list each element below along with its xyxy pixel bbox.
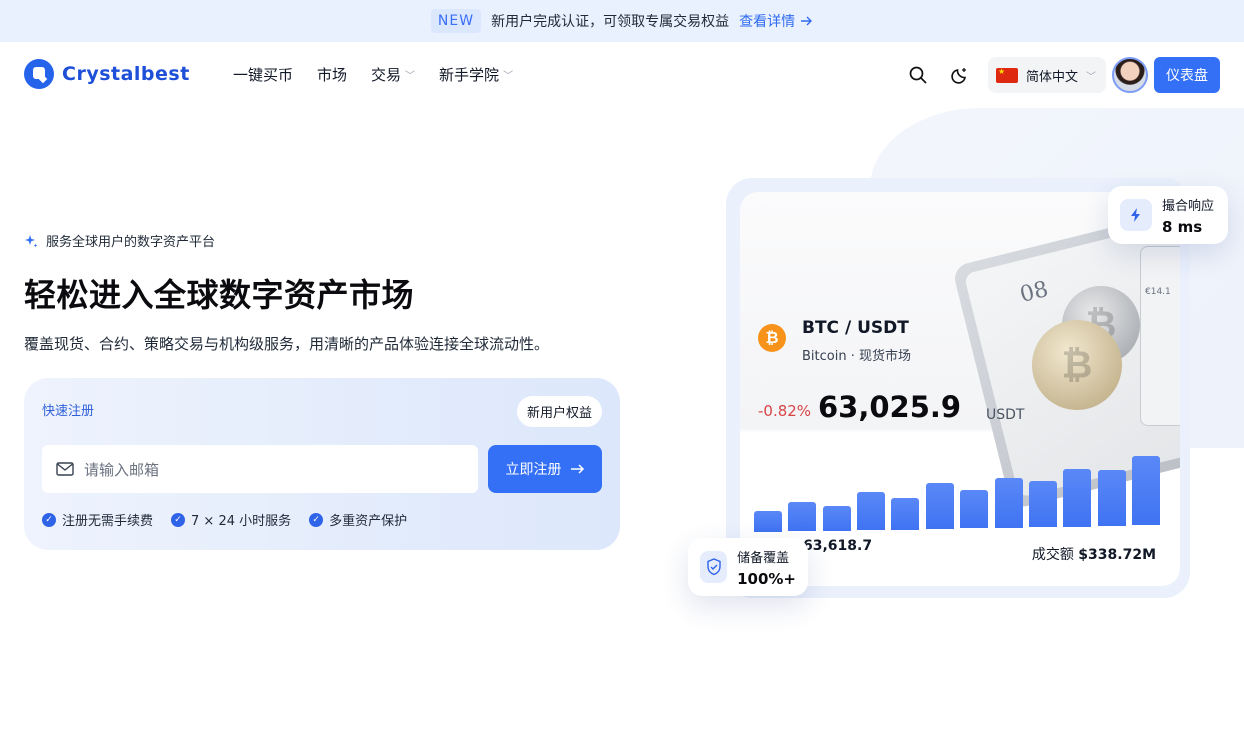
search-icon[interactable]: [902, 59, 934, 91]
check-circle-icon: ✓: [309, 512, 324, 527]
volume-bar: [822, 505, 851, 531]
perk-label: 多重资产保护: [329, 514, 408, 529]
check-circle-icon: ✓: [171, 512, 186, 527]
latency-value: 8 ms: [1162, 217, 1203, 236]
price-value: 63,025.9: [818, 390, 962, 424]
chevron-down-icon: ﹀: [405, 71, 416, 82]
volume: 成交额 $338.72M: [1032, 544, 1156, 564]
new-user-benefits-badge[interactable]: 新用户权益: [516, 396, 602, 427]
phone-text: €14.1: [1145, 287, 1171, 297]
volume-bar: [1028, 481, 1057, 528]
brand-logo[interactable]: Crystalbest: [24, 59, 190, 89]
volume-value: $338.72M: [1078, 547, 1156, 563]
phone-illustration: €14.1: [1140, 246, 1180, 426]
volume-bar: [1132, 456, 1160, 526]
bitcoin-icon: ₿: [758, 324, 786, 352]
brand-name: Crystalbest: [62, 63, 190, 85]
price-change: -0.82%: [758, 402, 812, 420]
sparkle-icon: [25, 234, 38, 247]
email-field[interactable]: 请输入邮箱: [42, 445, 478, 493]
register-button[interactable]: 立即注册: [488, 445, 602, 493]
main-nav: 一键买币 市场 交易 ﹀ 新手学院 ﹀: [233, 64, 513, 85]
market-card[interactable]: 08 €14.1 ₿ ₿ ₿ BTC / USDT Bitcoin · 现货市场…: [740, 192, 1180, 586]
bolt-icon: [1120, 199, 1152, 231]
tagline-text: 服务全球用户的数字资产平台: [46, 235, 216, 250]
email-placeholder: 请输入邮箱: [84, 460, 160, 479]
language-label: 简体中文: [1025, 69, 1078, 85]
announcement-banner: NEW 新用户完成认证，可领取专属交易权益 查看详情: [0, 0, 1244, 42]
register-title: 快速注册: [42, 404, 95, 419]
trading-pair: BTC / USDT: [802, 318, 909, 338]
nav-item-trade[interactable]: 交易 ﹀: [371, 64, 415, 85]
volume-bars: [754, 452, 1160, 532]
reserve-value: 100%+: [737, 569, 796, 588]
pair-subtitle: Bitcoin · 现货市场: [802, 349, 911, 364]
nav-label: 新手学院: [439, 66, 500, 84]
register-perks: ✓ 注册无需手续费 ✓ 7 × 24 小时服务 ✓ 多重资产保护: [42, 510, 407, 529]
china-flag-icon: [995, 67, 1018, 83]
perk-item: ✓ 7 × 24 小时服务: [171, 510, 291, 529]
arrow-right-icon: [570, 464, 584, 474]
new-badge: NEW: [430, 9, 482, 33]
volume-bar: [1097, 470, 1126, 526]
language-selector[interactable]: 简体中文 ﹀: [987, 57, 1106, 93]
user-avatar[interactable]: [1112, 57, 1148, 93]
arrow-right-icon: [801, 16, 813, 26]
dashboard-button[interactable]: 仪表盘: [1154, 57, 1220, 93]
banner-details-link[interactable]: 查看详情: [739, 11, 813, 31]
nav-label: 一键买币: [233, 66, 294, 84]
quick-register-panel: 快速注册 新用户权益 请输入邮箱 立即注册 ✓ 注册无需手续费 ✓ 7 × 24 小…: [24, 378, 620, 550]
nav-item-academy[interactable]: 新手学院 ﹀: [439, 64, 513, 85]
moon-sparkle-icon[interactable]: [944, 59, 976, 91]
volume-bar: [925, 483, 954, 529]
check-circle-icon: ✓: [42, 512, 56, 527]
low-value: 63,618.7: [803, 538, 873, 554]
volume-bar: [1063, 468, 1092, 527]
volume-label: 成交额: [1031, 547, 1074, 563]
nav-item-quick-buy[interactable]: 一键买币: [233, 64, 293, 85]
shield-check-icon: [700, 551, 728, 583]
volume-bar: [754, 511, 782, 532]
perk-item: ✓ 注册无需手续费: [42, 510, 153, 529]
nav-label: 市场: [317, 66, 348, 84]
volume-bar: [960, 490, 989, 529]
hero-subtitle: 覆盖现货、合约、策略交易与机构级服务，用清晰的产品体验连接全球流动性。: [24, 335, 550, 353]
volume-bar: [994, 477, 1023, 528]
volume-bar: [857, 492, 886, 531]
nav-item-markets[interactable]: 市场: [317, 64, 347, 85]
chevron-down-icon: ﹀: [503, 71, 514, 82]
latency-badge: 撮合响应 8 ms: [1108, 186, 1228, 244]
site-header: Crystalbest 一键买币 市场 交易﹀ 新手学院﹀ 简体中文 ﹀ 仪表盘: [0, 42, 1244, 108]
chevron-down-icon: ﹀: [1086, 71, 1096, 83]
reserve-badge: 储备覆盖 100%+: [688, 538, 808, 596]
gold-coin-illustration: ₿: [1032, 320, 1122, 410]
banner-message: 新用户完成认证，可领取专属交易权益: [491, 14, 730, 30]
nav-label: 交易: [371, 66, 402, 84]
banner-link-label[interactable]: 查看详情: [739, 11, 795, 31]
perk-label: 注册无需手续费: [62, 514, 154, 529]
latency-label: 撮合响应: [1162, 198, 1215, 214]
hero-title: 轻松进入全球数字资产市场: [24, 276, 415, 314]
perk-label: 7 × 24 小时服务: [191, 514, 292, 529]
register-button-label: 立即注册: [505, 462, 562, 478]
volume-bar: [891, 497, 920, 530]
price-unit: USDT: [986, 407, 1025, 423]
header-actions: 简体中文 ﹀ 仪表盘: [902, 57, 1220, 93]
perk-item: ✓ 多重资产保护: [309, 510, 407, 529]
tablet-number: 08: [1017, 276, 1051, 308]
volume-bar: [788, 502, 817, 532]
reserve-label: 储备覆盖: [737, 550, 790, 566]
logo-mark-icon: [24, 59, 54, 89]
hero-tagline: 服务全球用户的数字资产平台: [24, 231, 215, 250]
mail-icon: [56, 462, 74, 476]
